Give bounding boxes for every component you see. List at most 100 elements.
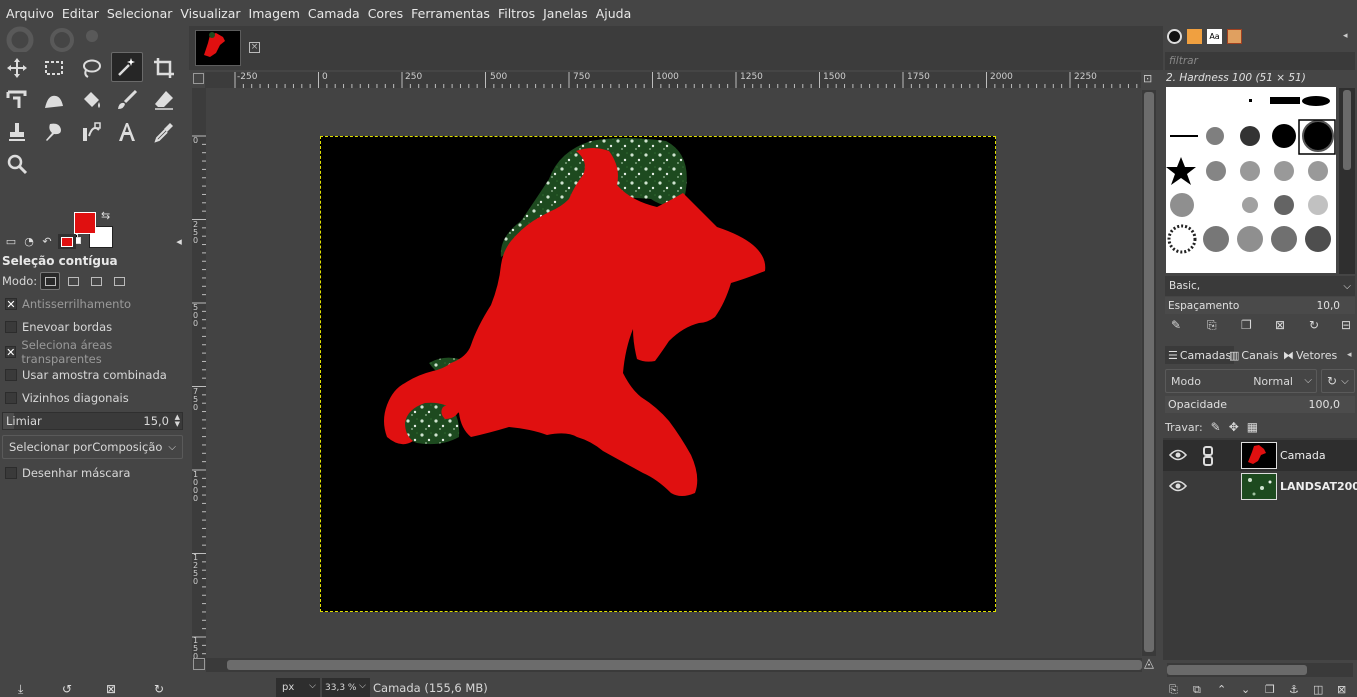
eraser-icon[interactable] bbox=[148, 85, 180, 115]
panel-menu-icon[interactable]: ◂ bbox=[1343, 31, 1348, 41]
antialiasing-checkbox[interactable]: ✕ bbox=[5, 298, 17, 310]
select-transparent-option[interactable]: ✕ Seleciona áreas transparentes bbox=[5, 338, 186, 366]
sample-merged-checkbox[interactable] bbox=[5, 369, 17, 381]
layer-mask-icon[interactable]: ◫ bbox=[1313, 683, 1323, 696]
mode-add-button[interactable] bbox=[63, 272, 83, 290]
move-tool-icon[interactable] bbox=[1, 53, 33, 83]
tab-device-status[interactable]: ◔ bbox=[20, 234, 38, 249]
layer-name[interactable]: LANDSAT2000 bbox=[1280, 480, 1357, 493]
brush-set-dropdown[interactable]: Basic, ⌵ bbox=[1165, 276, 1355, 296]
reset-options-icon[interactable]: ↻ bbox=[154, 682, 164, 696]
menu-imagem[interactable]: Imagem bbox=[245, 6, 304, 21]
lock-position-icon[interactable]: ✥ bbox=[1229, 420, 1239, 434]
duplicate-layer-icon[interactable]: ❐ bbox=[1265, 683, 1275, 696]
paintbrush-icon[interactable] bbox=[111, 85, 143, 115]
tab-channels[interactable]: ▥ Canais bbox=[1229, 346, 1278, 364]
feather-option[interactable]: Enevoar bordas bbox=[5, 318, 112, 336]
menu-janelas[interactable]: Janelas bbox=[539, 6, 592, 21]
horizontal-scroll-thumb[interactable] bbox=[227, 660, 1142, 670]
threshold-slider[interactable]: Limiar 15,0 ▲ ▼ bbox=[2, 412, 183, 430]
brush-filter-input[interactable]: filtrar bbox=[1165, 52, 1355, 70]
clone-icon[interactable] bbox=[1, 117, 33, 147]
mode-subtract-button[interactable] bbox=[86, 272, 106, 290]
restore-options-icon[interactable]: ↺ bbox=[62, 682, 72, 696]
unit-dropdown[interactable]: px ⌵ bbox=[276, 678, 320, 697]
menu-filtros[interactable]: Filtros bbox=[494, 6, 539, 21]
image-tab-thumbnail[interactable] bbox=[195, 30, 241, 66]
edit-brush-icon[interactable]: ✎ bbox=[1171, 318, 1181, 332]
vertical-scroll-thumb[interactable] bbox=[1144, 92, 1154, 652]
anchor-layer-icon[interactable]: ⚓ bbox=[1289, 683, 1299, 696]
lasso-icon[interactable] bbox=[75, 53, 107, 83]
layer-row[interactable]: Camada bbox=[1163, 440, 1357, 471]
bucket-fill-icon[interactable] bbox=[75, 85, 107, 115]
raise-layer-icon[interactable]: ⌃ bbox=[1217, 683, 1226, 696]
layer-row[interactable]: LANDSAT2000 bbox=[1163, 471, 1357, 502]
brush-scrollbar[interactable] bbox=[1339, 88, 1355, 274]
tab-brushes-icon[interactable] bbox=[1167, 29, 1182, 44]
paths-tool-icon[interactable] bbox=[75, 117, 107, 147]
menu-ferramentas[interactable]: Ferramentas bbox=[407, 6, 494, 21]
menu-selecionar[interactable]: Selecionar bbox=[103, 6, 177, 21]
new-brush-icon[interactable]: ⎘ bbox=[1207, 318, 1217, 333]
swap-colors-icon[interactable]: ⇆ bbox=[101, 209, 110, 222]
visibility-eye-icon[interactable] bbox=[1169, 448, 1187, 462]
horizontal-ruler[interactable]: -250 0 250 500 750 1000 1250 1500 1750 2… bbox=[205, 72, 1141, 88]
warp-transform-icon[interactable] bbox=[38, 85, 70, 115]
vertical-scrollbar[interactable] bbox=[1142, 90, 1156, 656]
foreground-color-swatch[interactable] bbox=[74, 212, 96, 234]
horizontal-scrollbar[interactable] bbox=[206, 658, 1142, 672]
feather-checkbox[interactable] bbox=[5, 321, 17, 333]
delete-brush-icon[interactable]: ⊠ bbox=[1275, 318, 1285, 332]
unified-transform-icon[interactable] bbox=[1, 85, 33, 115]
opacity-slider[interactable]: Opacidade 100,0 bbox=[1165, 396, 1355, 413]
menu-editar[interactable]: Editar bbox=[58, 6, 103, 21]
duplicate-brush-icon[interactable]: ❐ bbox=[1241, 318, 1252, 332]
tab-fonts-icon[interactable]: Aa bbox=[1207, 29, 1222, 44]
sample-merged-option[interactable]: Usar amostra combinada bbox=[5, 366, 167, 384]
draw-mask-checkbox[interactable] bbox=[5, 467, 17, 479]
zoom-tool-icon[interactable] bbox=[1, 149, 33, 179]
tab-undo-history[interactable]: ↶ bbox=[38, 234, 56, 249]
tab-patterns-icon[interactable] bbox=[1187, 29, 1202, 44]
layer-name[interactable]: Camada bbox=[1280, 449, 1326, 462]
delete-layer-icon[interactable]: ⊠ bbox=[1337, 683, 1346, 696]
layers-scrollbar[interactable] bbox=[1167, 663, 1353, 677]
new-layer-group-icon[interactable]: ⧉ bbox=[1193, 683, 1201, 697]
tab-images-icon[interactable] bbox=[58, 234, 76, 249]
crop-icon[interactable] bbox=[148, 53, 180, 83]
smudge-icon[interactable] bbox=[38, 117, 70, 147]
save-options-icon[interactable]: ⤓ bbox=[18, 682, 23, 697]
close-tab-icon[interactable]: × bbox=[249, 42, 260, 53]
layer-mode-reset[interactable]: ↻ ⌵ bbox=[1321, 369, 1355, 393]
zoom-fit-icon[interactable]: ⊡ bbox=[1143, 72, 1157, 86]
tab-layers[interactable]: ☰ Camadas bbox=[1165, 346, 1235, 364]
visibility-eye-icon[interactable] bbox=[1169, 479, 1187, 493]
color-picker-icon[interactable] bbox=[148, 117, 180, 147]
spacing-slider[interactable]: Espaçamento 10,0 bbox=[1165, 297, 1355, 314]
layer-mode-dropdown[interactable]: Modo Normal ⌵ bbox=[1165, 369, 1317, 393]
delete-options-icon[interactable]: ⊠ bbox=[106, 682, 116, 696]
lock-alpha-icon[interactable]: ▦ bbox=[1247, 420, 1258, 434]
zoom-dropdown[interactable]: 33,3 % ⌵ bbox=[322, 678, 370, 697]
menu-visualizar[interactable]: Visualizar bbox=[176, 6, 244, 21]
new-layer-icon[interactable]: ⎘ bbox=[1169, 683, 1178, 697]
quick-mask-icon[interactable] bbox=[193, 658, 205, 670]
vertical-ruler[interactable]: 0 250 500 750 1000 1250 1500 bbox=[192, 88, 206, 660]
refresh-brushes-icon[interactable]: ↻ bbox=[1309, 318, 1319, 332]
select-transparent-checkbox[interactable]: ✕ bbox=[5, 346, 17, 358]
draw-mask-option[interactable]: Desenhar máscara bbox=[5, 464, 130, 482]
menu-ajuda[interactable]: Ajuda bbox=[592, 6, 636, 21]
panel-menu-icon[interactable]: ◂ bbox=[1347, 350, 1352, 360]
brush-grid[interactable] bbox=[1166, 87, 1336, 273]
rect-select-icon[interactable] bbox=[38, 53, 70, 83]
open-as-image-icon[interactable]: ⊟ bbox=[1341, 318, 1351, 332]
select-by-dropdown[interactable]: Selecionar por Composição ⌵ bbox=[2, 435, 183, 459]
tab-tool-options[interactable]: ▭ bbox=[2, 234, 20, 249]
tab-paths[interactable]: ⧓ Vetores bbox=[1283, 346, 1337, 364]
tab-document-history-icon[interactable] bbox=[1227, 29, 1242, 44]
lock-pixels-icon[interactable]: ✎ bbox=[1211, 420, 1221, 434]
mode-replace-button[interactable] bbox=[40, 272, 61, 290]
diagonal-checkbox[interactable] bbox=[5, 392, 17, 404]
mode-intersect-button[interactable] bbox=[109, 272, 129, 290]
